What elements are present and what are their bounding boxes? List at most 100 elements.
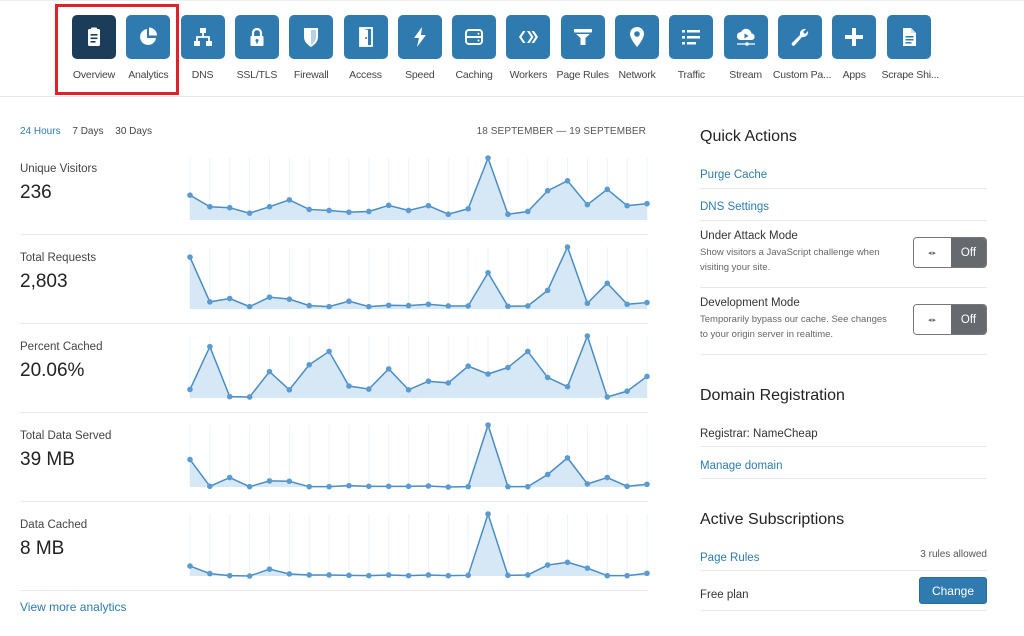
data-point[interactable] xyxy=(207,483,213,490)
data-point[interactable] xyxy=(445,380,452,386)
dns-settings-link[interactable]: DNS Settings xyxy=(700,201,769,213)
data-point[interactable] xyxy=(286,386,293,393)
data-point[interactable] xyxy=(604,394,611,400)
nav-item-network[interactable]: Network xyxy=(610,15,664,81)
data-point[interactable] xyxy=(445,211,452,218)
data-point[interactable] xyxy=(207,343,213,350)
data-point[interactable] xyxy=(644,200,650,207)
data-point[interactable] xyxy=(544,287,551,294)
data-point[interactable] xyxy=(405,207,412,214)
data-point[interactable] xyxy=(445,572,452,579)
tab-7-days[interactable]: 7 Days xyxy=(72,126,103,137)
manage-domain-link[interactable]: Manage domain xyxy=(700,460,782,472)
data-point[interactable] xyxy=(644,570,650,577)
data-point[interactable] xyxy=(425,483,432,489)
data-point[interactable] xyxy=(346,298,352,305)
data-point[interactable] xyxy=(346,482,352,489)
nav-item-stream[interactable]: Stream xyxy=(719,15,773,81)
data-point[interactable] xyxy=(385,202,392,209)
data-point[interactable] xyxy=(226,393,233,400)
nav-item-ssl-tls[interactable]: SSL/TLS xyxy=(230,15,284,81)
data-point[interactable] xyxy=(505,303,511,310)
data-point[interactable] xyxy=(524,572,531,578)
data-point[interactable] xyxy=(326,348,332,355)
data-point[interactable] xyxy=(346,572,352,579)
data-point[interactable] xyxy=(366,483,372,490)
data-point[interactable] xyxy=(584,565,591,571)
data-point[interactable] xyxy=(604,280,611,287)
data-point[interactable] xyxy=(425,378,432,385)
data-point[interactable] xyxy=(544,471,551,478)
data-point[interactable] xyxy=(226,295,233,302)
page-rules-link[interactable]: Page Rules xyxy=(700,552,759,564)
data-point[interactable] xyxy=(485,422,491,428)
nav-item-speed[interactable]: Speed xyxy=(393,15,447,81)
data-point[interactable] xyxy=(425,202,432,209)
data-point[interactable] xyxy=(445,484,452,490)
data-point[interactable] xyxy=(266,566,273,572)
data-point[interactable] xyxy=(187,254,193,260)
data-point[interactable] xyxy=(306,572,313,578)
data-point[interactable] xyxy=(385,572,392,578)
data-point[interactable] xyxy=(465,483,471,490)
data-point[interactable] xyxy=(366,386,372,392)
data-point[interactable] xyxy=(644,299,650,306)
change-plan-button[interactable]: Change xyxy=(919,577,987,604)
data-point[interactable] xyxy=(405,572,412,579)
data-point[interactable] xyxy=(385,366,392,372)
data-point[interactable] xyxy=(326,572,332,578)
nav-item-custom-pa[interactable]: Custom Pa... xyxy=(773,15,831,81)
tab-24-hours[interactable]: 24 Hours xyxy=(20,126,61,137)
data-point[interactable] xyxy=(485,511,491,517)
nav-item-access[interactable]: Access xyxy=(339,15,393,81)
data-point[interactable] xyxy=(624,572,630,579)
data-point[interactable] xyxy=(485,155,491,161)
data-point[interactable] xyxy=(385,302,392,309)
data-point[interactable] xyxy=(326,303,332,310)
data-point[interactable] xyxy=(246,573,253,579)
data-point[interactable] xyxy=(604,474,611,481)
data-point[interactable] xyxy=(346,383,352,389)
data-point[interactable] xyxy=(505,483,511,490)
data-point[interactable] xyxy=(624,483,630,490)
data-point[interactable] xyxy=(564,455,571,461)
data-point[interactable] xyxy=(584,481,591,487)
under-attack-toggle[interactable]: ◂▸ Off xyxy=(913,237,987,268)
data-point[interactable] xyxy=(366,208,372,215)
data-point[interactable] xyxy=(207,203,213,210)
data-point[interactable] xyxy=(226,572,233,579)
data-point[interactable] xyxy=(187,192,193,198)
data-point[interactable] xyxy=(226,474,233,481)
data-point[interactable] xyxy=(485,371,491,377)
data-point[interactable] xyxy=(286,478,293,485)
data-point[interactable] xyxy=(306,302,313,309)
data-point[interactable] xyxy=(564,244,571,250)
data-point[interactable] xyxy=(187,386,193,393)
data-point[interactable] xyxy=(624,202,630,209)
view-more-analytics-link[interactable]: View more analytics xyxy=(20,600,127,614)
data-point[interactable] xyxy=(326,483,332,490)
data-point[interactable] xyxy=(286,571,293,577)
nav-item-scrape-shi[interactable]: Scrape Shi... xyxy=(882,15,939,81)
data-point[interactable] xyxy=(346,209,352,215)
data-point[interactable] xyxy=(306,206,313,213)
data-point[interactable] xyxy=(604,572,611,579)
data-point[interactable] xyxy=(564,559,571,566)
data-point[interactable] xyxy=(524,208,531,215)
data-point[interactable] xyxy=(544,562,551,568)
data-point[interactable] xyxy=(306,361,313,368)
data-point[interactable] xyxy=(326,207,332,214)
data-point[interactable] xyxy=(187,456,193,463)
data-point[interactable] xyxy=(266,368,273,375)
data-point[interactable] xyxy=(584,300,591,307)
data-point[interactable] xyxy=(246,303,253,310)
data-point[interactable] xyxy=(624,301,630,308)
nav-item-caching[interactable]: Caching xyxy=(447,15,501,81)
data-point[interactable] xyxy=(564,178,571,184)
nav-item-dns[interactable]: DNS xyxy=(176,15,230,81)
data-point[interactable] xyxy=(564,383,571,390)
nav-item-page-rules[interactable]: Page Rules xyxy=(556,15,610,81)
data-point[interactable] xyxy=(385,483,392,490)
data-point[interactable] xyxy=(644,373,650,380)
data-point[interactable] xyxy=(366,572,372,579)
